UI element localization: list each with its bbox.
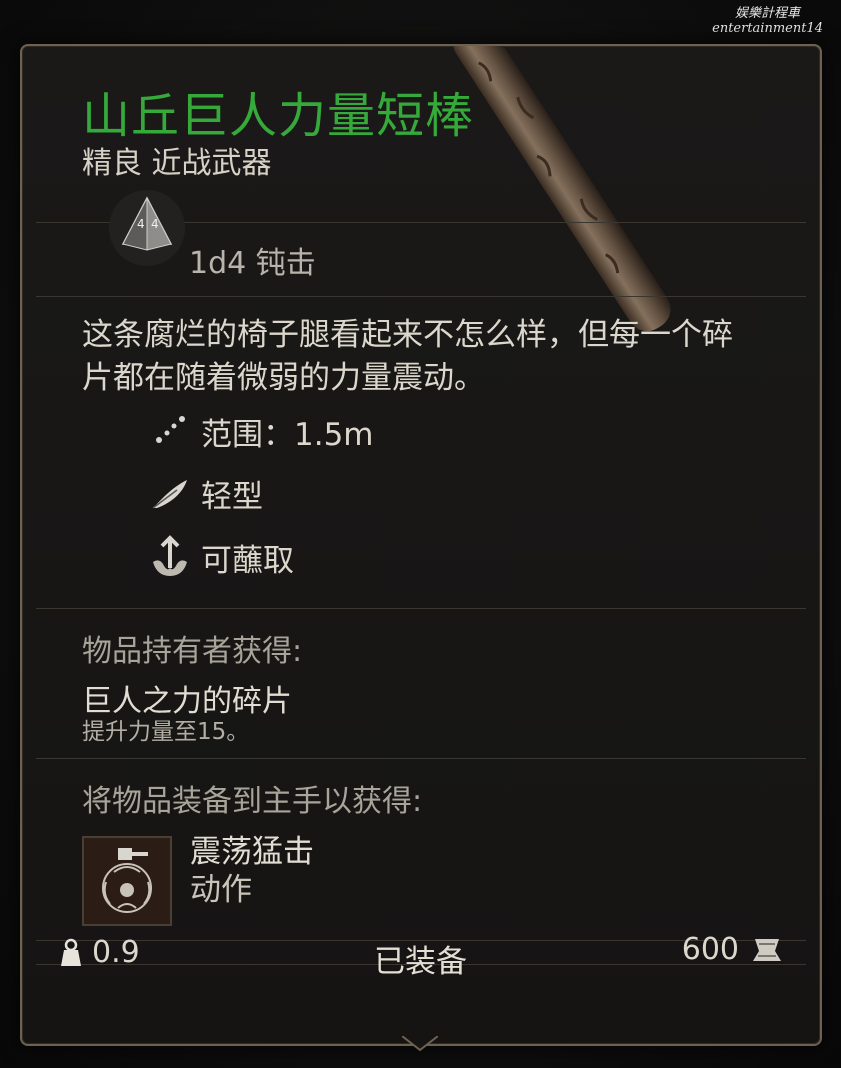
price: 600 <box>682 932 785 967</box>
feather-icon <box>152 480 187 509</box>
item-title: 山丘巨人力量短棒 <box>82 88 475 144</box>
price-value: 600 <box>681 932 739 967</box>
property-range-label: 范围：1.5m <box>201 416 374 453</box>
watermark: 娱樂計程車 entertainment14 <box>712 6 823 36</box>
property-dippable: 可蘸取 <box>147 532 294 582</box>
dip-icon <box>153 535 187 576</box>
dice-face: 4 <box>137 217 145 231</box>
property-light-label: 轻型 <box>201 478 263 515</box>
divider <box>36 296 806 297</box>
damage-value: 1d4 钝击 <box>189 246 316 281</box>
range-icon <box>156 416 185 443</box>
holder-heading: 物品持有者获得: <box>82 634 303 669</box>
watermark-line-2: entertainment14 <box>712 21 823 36</box>
property-range: 范围：1.5m <box>147 406 374 456</box>
holder-effect-desc: 提升力量至15。 <box>82 719 250 745</box>
panel-notch <box>402 1036 438 1052</box>
item-rarity-type: 精良 近战武器 <box>82 146 272 181</box>
equip-heading: 将物品装备到主手以获得: <box>82 784 423 819</box>
divider <box>36 758 806 759</box>
d4-dice-icon: 4 4 <box>109 190 185 266</box>
gold-coin-icon <box>753 938 781 961</box>
svg-text:4: 4 <box>151 217 159 231</box>
concussive-smash-icon[interactable] <box>82 836 172 926</box>
item-description: 这条腐烂的椅子腿看起来不怎么样，但每一个碎片都在随着微弱的力量震动。 <box>82 317 733 396</box>
divider <box>36 608 806 609</box>
action-type: 动作 <box>190 872 252 908</box>
item-tooltip: 山丘巨人力量短棒 精良 近战武器 4 4 1d4 钝击 这条腐烂的椅子腿看起来不… <box>20 44 822 1046</box>
watermark-line-1: 娱樂計程車 <box>735 6 801 21</box>
property-light: 轻型 <box>147 468 263 518</box>
property-dippable-label: 可蘸取 <box>201 542 294 579</box>
